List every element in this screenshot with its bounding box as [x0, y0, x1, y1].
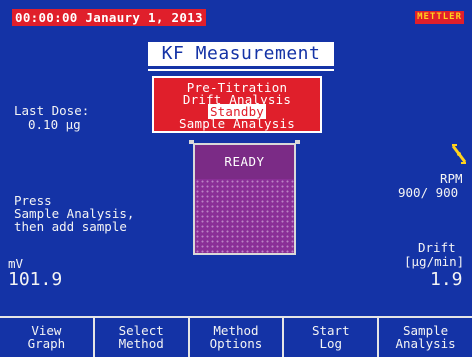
rpm-label: RPM — [440, 171, 463, 186]
drift-label: Drift — [418, 240, 456, 255]
drift-value: 1.9 — [430, 269, 463, 290]
last-dose-label: Last Dose: — [14, 103, 90, 118]
beaker-liquid — [193, 179, 296, 255]
page-title: KF Measurement — [148, 42, 334, 66]
potential-value: 101.9 — [8, 269, 63, 290]
drift-unit: [µg/min] — [404, 254, 465, 269]
method-options-button[interactable]: Method Options — [190, 318, 285, 357]
start-log-button[interactable]: Start Log — [284, 318, 380, 357]
status-text: READY — [224, 154, 265, 169]
state-sample-analysis: Sample Analysis — [179, 116, 295, 131]
beaker-status-graphic: READY — [193, 143, 296, 255]
select-method-button[interactable]: Select Method — [95, 318, 190, 357]
title-underline — [148, 69, 334, 71]
rpm-value: 900/ 900 — [398, 185, 459, 200]
sample-analysis-button[interactable]: Sample Analysis — [379, 318, 472, 357]
view-graph-button[interactable]: View Graph — [0, 318, 95, 357]
softkey-bar: View Graph Select Method Method Options … — [0, 316, 472, 357]
stirrer-icon — [450, 143, 468, 165]
instruction-line-3: then add sample — [14, 219, 127, 234]
titration-state-list: Pre-Titration Drift Analysis Standby Sam… — [152, 76, 322, 133]
date-time-display: 00:00:00 Janaury 1, 2013 — [12, 9, 206, 26]
instrument-screen: 00:00:00 Janaury 1, 2013 METTLER KF Meas… — [0, 0, 472, 357]
brand-logo: METTLER — [415, 11, 464, 24]
last-dose-value: 0.10 µg — [28, 117, 81, 132]
beaker-headspace: READY — [193, 143, 296, 181]
